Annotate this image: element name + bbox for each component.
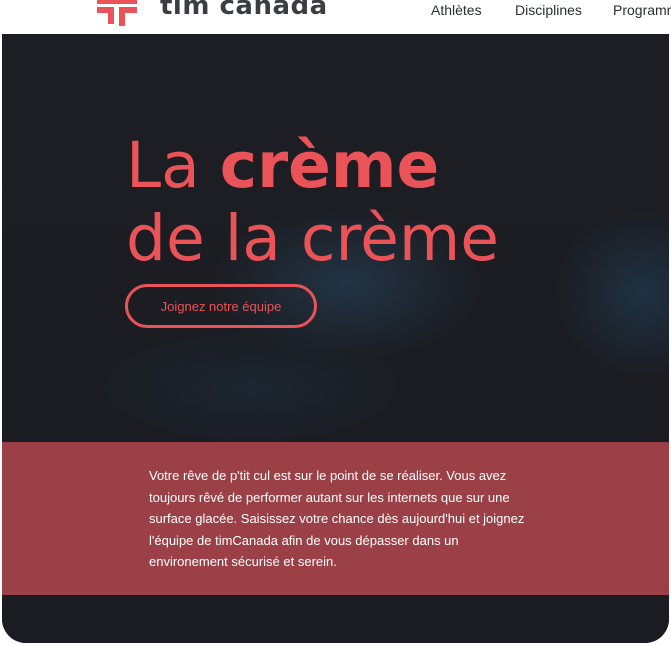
join-team-button[interactable]: Joignez notre équipe: [125, 284, 317, 328]
nav-item-athletes[interactable]: Athlètes: [431, 2, 482, 18]
headline-line2: de la crème: [126, 202, 499, 275]
logo-icon[interactable]: [97, 0, 137, 26]
hero-card: La crème de la crème Joignez notre équip…: [2, 33, 669, 643]
headline-light: La: [126, 129, 220, 202]
site-header: tim canada Athlètes Disciplines Programm…: [0, 0, 671, 34]
brand-name[interactable]: tim canada: [160, 0, 328, 21]
hero-headline: La crème de la crème: [126, 129, 499, 275]
headline-strong: crème: [219, 129, 440, 202]
intro-band: Votre rêve de p'tit cul est sur le point…: [2, 442, 669, 595]
nav-item-disciplines[interactable]: Disciplines: [515, 2, 582, 18]
nav-item-programs[interactable]: Programmes: [613, 2, 671, 18]
intro-text: Votre rêve de p'tit cul est sur le point…: [149, 468, 525, 570]
